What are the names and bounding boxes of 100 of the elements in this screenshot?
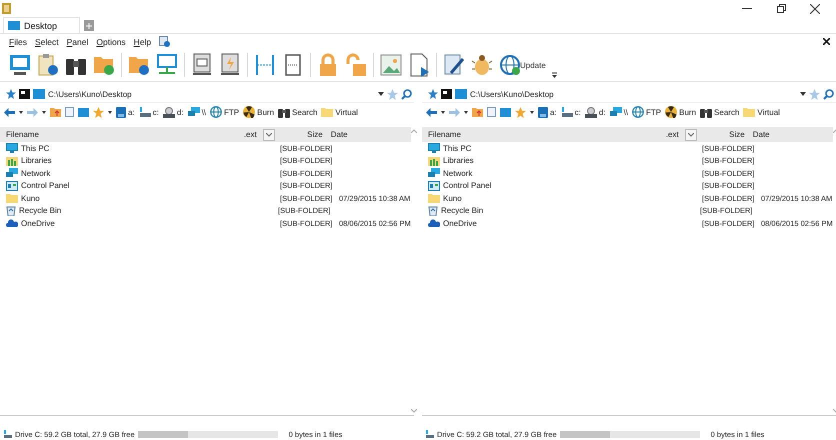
drive-shortcut[interactable]: Virtual: [321, 107, 358, 117]
overflow-icon[interactable]: [552, 72, 557, 78]
file-name[interactable]: Network: [21, 168, 277, 178]
terminal-icon[interactable]: [9, 53, 31, 77]
drive-shortcut[interactable]: Burn: [665, 106, 696, 118]
folder-up-icon[interactable]: [472, 107, 483, 117]
app-logo-icon: [2, 3, 12, 14]
new-tab-button[interactable]: [84, 20, 94, 31]
back-arrow-icon[interactable]: [4, 108, 15, 116]
menu-item[interactable]: Panel: [66, 36, 92, 46]
drive-shortcut[interactable]: c:: [138, 107, 159, 117]
drive-shortcut[interactable]: \\: [610, 107, 628, 117]
menu-item[interactable]: Files: [9, 36, 31, 46]
document-icon[interactable]: [487, 107, 496, 117]
column-header[interactable]: Filename: [422, 130, 639, 139]
drive-shortcut[interactable]: a:: [116, 106, 135, 118]
drive-shortcut[interactable]: Search: [278, 106, 318, 118]
column-menu-button[interactable]: [684, 128, 697, 140]
column-header[interactable]: Date: [744, 130, 833, 139]
file-name[interactable]: This PC: [443, 144, 699, 153]
column-header[interactable]: Filename: [0, 130, 217, 139]
minimize-icon[interactable]: [742, 8, 752, 10]
file-name[interactable]: This PC: [21, 144, 277, 153]
dropdown-arrow-icon[interactable]: [108, 110, 112, 114]
computer-network-icon[interactable]: [156, 53, 178, 77]
file-name[interactable]: Control Panel: [443, 181, 699, 190]
drive-shortcut[interactable]: d:: [584, 106, 606, 118]
dropdown-arrow-icon[interactable]: [441, 110, 445, 114]
file-play-icon[interactable]: [408, 53, 430, 77]
info-icon[interactable]: [159, 36, 170, 47]
pin-icon[interactable]: [6, 89, 16, 99]
restore-icon[interactable]: [776, 4, 786, 13]
drive-shortcut[interactable]: a:: [538, 106, 557, 118]
drive-shortcut[interactable]: d:: [162, 106, 184, 118]
document-edit-icon[interactable]: [443, 53, 465, 77]
drive-shortcut[interactable]: c:: [560, 107, 581, 117]
search-icon[interactable]: [401, 88, 412, 100]
drive-icon: [426, 430, 434, 438]
file-name[interactable]: Libraries: [443, 156, 699, 166]
drive-shortcut[interactable]: Virtual: [743, 107, 780, 117]
globe-refresh-icon[interactable]: [499, 53, 521, 77]
document-icon[interactable]: [65, 107, 74, 117]
file-name[interactable]: Network: [443, 168, 699, 178]
star-icon[interactable]: [809, 88, 820, 100]
column-header[interactable]: Size: [282, 130, 323, 139]
file-name[interactable]: Libraries: [21, 156, 277, 166]
monitor-icon[interactable]: [500, 108, 511, 116]
close-icon[interactable]: [823, 38, 830, 45]
mail-archive-icon[interactable]: [191, 53, 213, 77]
lightning-archive-icon[interactable]: [219, 53, 241, 77]
drive-shortcut[interactable]: Burn: [243, 106, 274, 118]
file-name[interactable]: Recycle Bin: [441, 206, 697, 216]
drive-shortcut[interactable]: \\: [188, 107, 206, 117]
split-horizontal-icon[interactable]: [254, 53, 276, 77]
tab[interactable]: Desktop: [3, 17, 80, 33]
search-icon[interactable]: [823, 88, 834, 100]
drive-shortcut[interactable]: FTP: [210, 106, 240, 118]
bug-icon[interactable]: [471, 53, 493, 77]
dropdown-arrow-icon[interactable]: [464, 110, 468, 114]
path-field[interactable]: C:\Users\Kuno\Desktop: [48, 90, 375, 98]
file-name[interactable]: Control Panel: [21, 181, 277, 190]
column-header[interactable]: Size: [704, 130, 745, 139]
file-name[interactable]: OneDrive: [443, 218, 699, 228]
close-icon[interactable]: [810, 4, 820, 14]
dropdown-arrow-icon[interactable]: [378, 92, 384, 96]
star-icon[interactable]: [387, 88, 398, 100]
file-name[interactable]: OneDrive: [21, 218, 277, 228]
file-name[interactable]: Recycle Bin: [19, 206, 275, 216]
back-arrow-icon[interactable]: [426, 108, 437, 116]
terminal-icon[interactable]: [19, 89, 30, 99]
file-name[interactable]: Kuno: [443, 194, 699, 203]
file-name[interactable]: Kuno: [21, 194, 277, 203]
radiation-icon: [243, 106, 256, 118]
control-panel-icon: [6, 180, 18, 191]
clipboard-info-icon[interactable]: [37, 53, 59, 77]
star-icon[interactable]: [515, 106, 526, 118]
menu-item[interactable]: Select: [34, 36, 63, 46]
binoculars-icon: [700, 106, 712, 118]
image-icon[interactable]: [380, 53, 402, 77]
path-field[interactable]: C:\Users\Kuno\Desktop: [470, 90, 797, 98]
pin-icon[interactable]: [428, 89, 438, 99]
monitor-icon: [33, 89, 45, 99]
folder-up-icon[interactable]: [50, 107, 61, 117]
drive-shortcut[interactable]: Search: [700, 106, 740, 118]
drive-shortcut[interactable]: FTP: [632, 106, 662, 118]
star-icon[interactable]: [93, 106, 104, 118]
dropdown-arrow-icon[interactable]: [19, 110, 23, 114]
dropdown-arrow-icon[interactable]: [42, 110, 46, 114]
dropdown-arrow-icon[interactable]: [800, 92, 806, 96]
dropdown-arrow-icon[interactable]: [530, 110, 534, 114]
column-header[interactable]: Date: [322, 130, 411, 139]
terminal-icon[interactable]: [441, 89, 452, 99]
monitor-icon[interactable]: [78, 108, 89, 116]
column-header[interactable]: .ext: [638, 130, 685, 139]
menu-item[interactable]: Help: [134, 36, 156, 46]
column-header[interactable]: .ext: [216, 130, 263, 139]
plus-icon: [86, 22, 92, 28]
column-menu-button[interactable]: [262, 128, 275, 140]
menu-item[interactable]: Options: [96, 36, 130, 46]
update-label[interactable]: Update: [520, 60, 546, 70]
